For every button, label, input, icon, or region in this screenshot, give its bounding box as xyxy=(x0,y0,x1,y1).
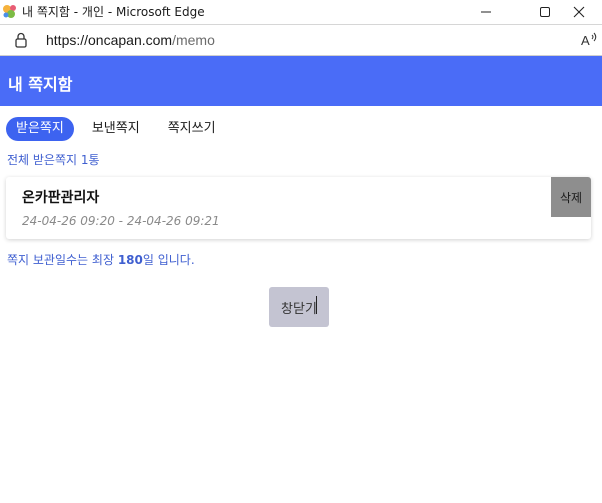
tab-sent[interactable]: 보낸쪽지 xyxy=(82,117,150,141)
page-title: 내 쪽지함 xyxy=(8,75,73,94)
address-bar[interactable]: https://oncapan.com/memo A xyxy=(0,24,602,56)
tab-compose[interactable]: 쪽지쓰기 xyxy=(158,117,226,141)
minimize-button[interactable] xyxy=(463,0,509,24)
memo-tabs: 받은쪽지 보낸쪽지 쪽지쓰기 xyxy=(6,116,234,142)
url-host: https://oncapan.com xyxy=(46,32,173,48)
close-button[interactable]: 창닫기 xyxy=(269,287,329,327)
maximize-icon xyxy=(540,7,550,17)
retention-notice: 쪽지 보관일수는 최장 180일 입니다. xyxy=(7,251,195,268)
memo-date-range: 24-04-26 09:20 - 24-04-26 09:21 xyxy=(22,214,220,228)
close-icon xyxy=(573,6,585,18)
text-cursor xyxy=(316,296,317,314)
tab-received[interactable]: 받은쪽지 xyxy=(6,117,74,141)
window-title-bar: 내 쪽지함 - 개인 - Microsoft Edge xyxy=(0,0,602,24)
svg-text:A: A xyxy=(581,33,590,48)
memo-item[interactable]: 온카판관리자 24-04-26 09:20 - 24-04-26 09:21 삭… xyxy=(6,177,591,239)
retention-prefix: 쪽지 보관일수는 최장 xyxy=(7,253,118,267)
memo-sender[interactable]: 온카판관리자 xyxy=(22,187,99,207)
url-text[interactable]: https://oncapan.com/memo xyxy=(46,32,215,48)
read-aloud-icon[interactable]: A xyxy=(580,31,598,49)
minimize-icon xyxy=(481,11,491,13)
total-count: 전체 받은쪽지 1통 xyxy=(7,153,100,167)
url-path: /memo xyxy=(172,32,215,48)
close-window-button[interactable] xyxy=(556,0,602,24)
window-title: 내 쪽지함 - 개인 - Microsoft Edge xyxy=(22,5,205,19)
memo-header: 내 쪽지함 xyxy=(0,56,602,106)
app-icon xyxy=(3,5,16,18)
retention-days: 180 xyxy=(117,253,143,267)
retention-suffix: 일 입니다. xyxy=(142,253,195,267)
lock-icon[interactable] xyxy=(14,32,28,48)
delete-button[interactable]: 삭제 xyxy=(551,177,591,217)
